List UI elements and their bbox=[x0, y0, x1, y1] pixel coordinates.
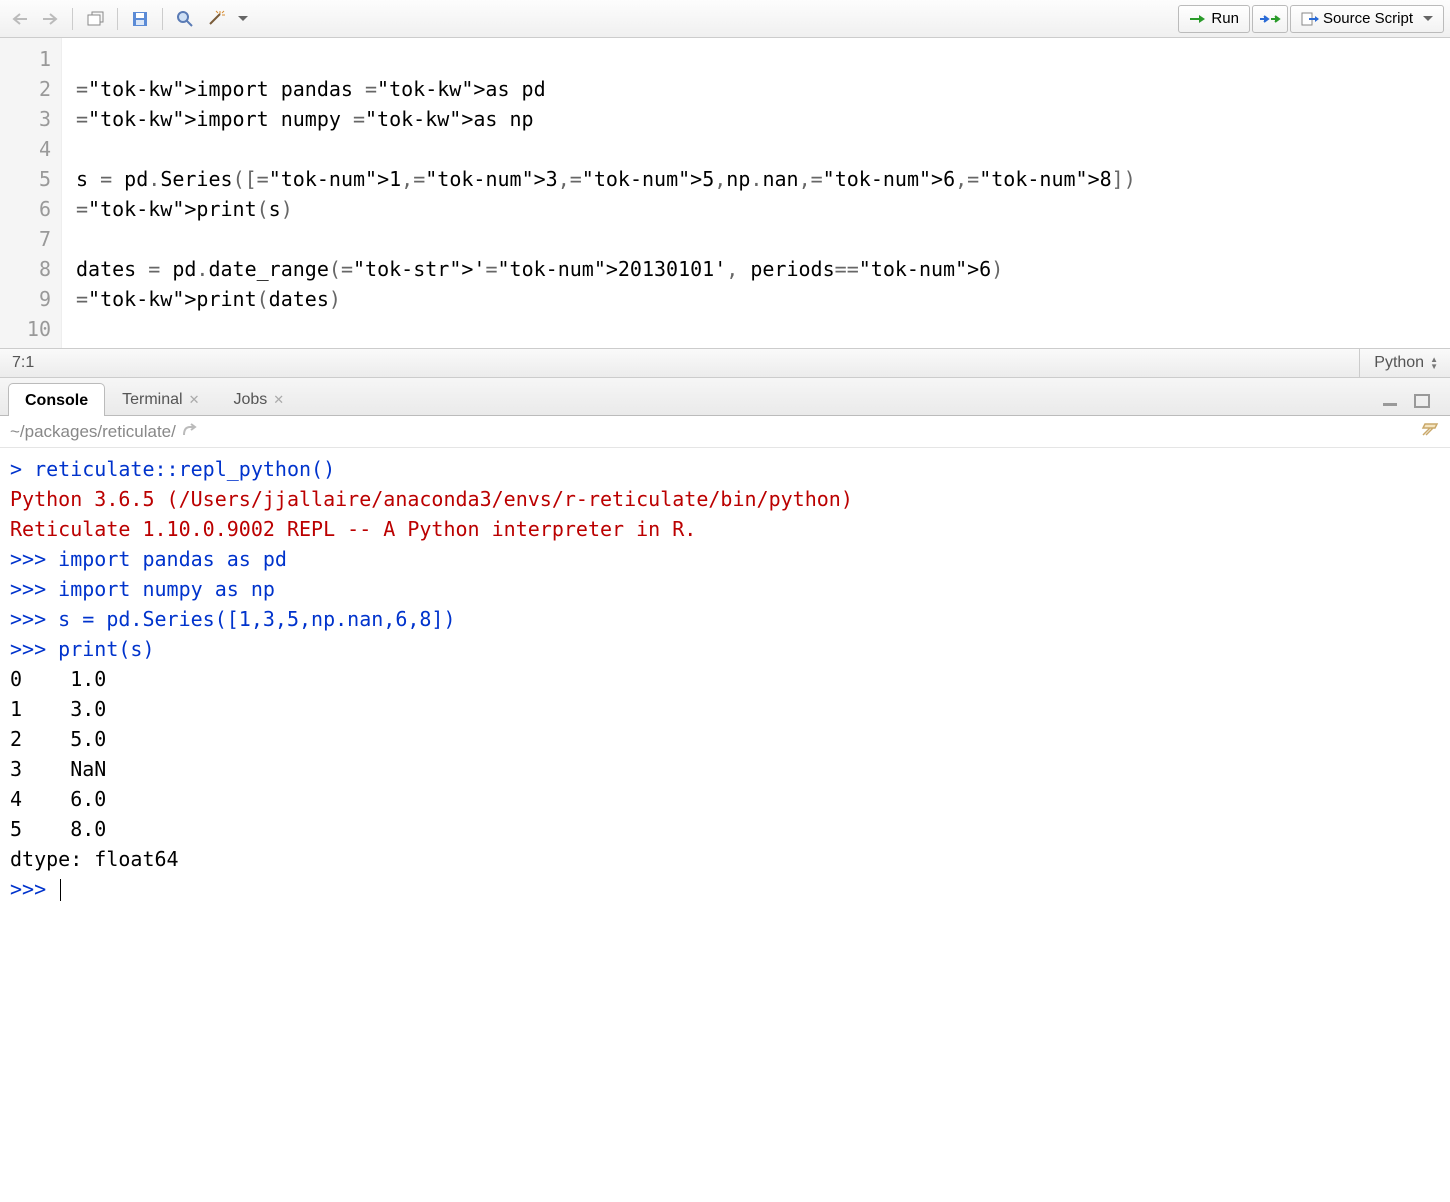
console-line: > reticulate::repl_python() bbox=[10, 454, 1440, 484]
console-output[interactable]: > reticulate::repl_python()Python 3.6.5 … bbox=[0, 448, 1450, 910]
go-to-dir-icon[interactable] bbox=[182, 422, 198, 442]
close-icon[interactable]: ✕ bbox=[273, 392, 284, 408]
cursor-position: 7:1 bbox=[12, 354, 34, 372]
console-line: Python 3.6.5 (/Users/jjallaire/anaconda3… bbox=[10, 484, 1440, 514]
forward-icon[interactable] bbox=[36, 5, 64, 33]
toolbar-separator bbox=[117, 8, 118, 30]
toolbar-separator bbox=[72, 8, 73, 30]
run-label: Run bbox=[1211, 10, 1239, 27]
minimize-icon[interactable] bbox=[1376, 387, 1404, 415]
console-line: >>> import numpy as np bbox=[10, 574, 1440, 604]
tab-jobs[interactable]: Jobs ✕ bbox=[217, 382, 302, 415]
language-selector[interactable]: Python ▲▼ bbox=[1359, 349, 1438, 377]
console-line: dtype: float64 bbox=[10, 844, 1440, 874]
language-label: Python bbox=[1374, 354, 1424, 372]
back-icon[interactable] bbox=[6, 5, 34, 33]
console-pathbar: ~/packages/reticulate/ bbox=[0, 416, 1450, 448]
tab-label: Terminal bbox=[122, 391, 182, 409]
editor-statusbar: 7:1 Python ▲▼ bbox=[0, 348, 1450, 378]
line-number-gutter: 12345678910 bbox=[0, 38, 62, 348]
magic-wand-icon[interactable] bbox=[201, 5, 231, 33]
console-line: 1 3.0 bbox=[10, 694, 1440, 724]
search-icon[interactable] bbox=[171, 5, 199, 33]
run-button[interactable]: Run bbox=[1178, 5, 1250, 33]
console-line: 2 5.0 bbox=[10, 724, 1440, 754]
code-content[interactable]: ="tok-kw">import pandas ="tok-kw">as pd=… bbox=[62, 38, 1450, 348]
clear-console-icon[interactable] bbox=[1420, 420, 1440, 443]
console-line: 0 1.0 bbox=[10, 664, 1440, 694]
console-line: >>> import pandas as pd bbox=[10, 544, 1440, 574]
console-line: >>> bbox=[10, 874, 1440, 904]
wand-dropdown-icon[interactable] bbox=[233, 5, 253, 33]
code-editor[interactable]: 12345678910 ="tok-kw">import pandas ="to… bbox=[0, 38, 1450, 348]
close-icon[interactable]: ✕ bbox=[189, 392, 200, 408]
tab-console[interactable]: Console bbox=[8, 383, 105, 416]
save-icon[interactable] bbox=[126, 5, 154, 33]
console-line: 4 6.0 bbox=[10, 784, 1440, 814]
console-line: 5 8.0 bbox=[10, 814, 1440, 844]
source-script-button[interactable]: Source Script bbox=[1290, 5, 1444, 33]
toolbar-separator bbox=[162, 8, 163, 30]
tab-label: Jobs bbox=[234, 391, 268, 409]
show-in-new-window-icon[interactable] bbox=[81, 5, 109, 33]
maximize-icon[interactable] bbox=[1408, 387, 1436, 415]
editor-toolbar: Run Source Script bbox=[0, 0, 1450, 38]
console-tabs: Console Terminal ✕ Jobs ✕ bbox=[0, 378, 1450, 416]
console-line: Reticulate 1.10.0.9002 REPL -- A Python … bbox=[10, 514, 1440, 544]
tab-terminal[interactable]: Terminal ✕ bbox=[105, 382, 216, 415]
console-line: >>> print(s) bbox=[10, 634, 1440, 664]
rerun-button[interactable] bbox=[1252, 5, 1288, 33]
source-script-label: Source Script bbox=[1323, 10, 1413, 27]
updown-icon: ▲▼ bbox=[1430, 356, 1438, 370]
console-line: >>> s = pd.Series([1,3,5,np.nan,6,8]) bbox=[10, 604, 1440, 634]
console-path: ~/packages/reticulate/ bbox=[10, 422, 176, 442]
console-line: 3 NaN bbox=[10, 754, 1440, 784]
tab-label: Console bbox=[25, 392, 88, 410]
